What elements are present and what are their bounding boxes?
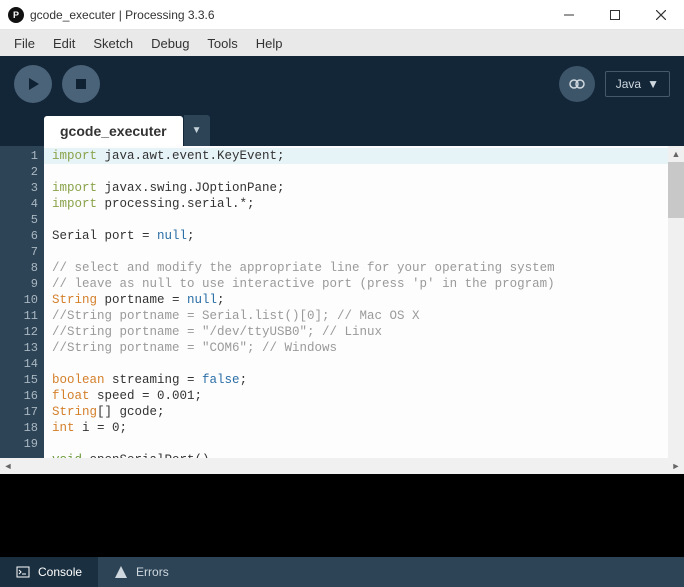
code-line: import javax.swing.JOptionPane; <box>52 181 285 195</box>
scroll-right-arrow[interactable]: ► <box>668 461 684 471</box>
code-line: String portname = null; <box>52 293 225 307</box>
language-label: Java <box>616 77 641 91</box>
tab-active[interactable]: gcode_executer <box>44 116 183 146</box>
warning-icon <box>114 565 128 579</box>
code-line: //String portname = "COM6"; // Windows <box>52 341 337 355</box>
code-line: import java.awt.event.KeyEvent; <box>44 148 676 164</box>
console-output <box>0 474 684 557</box>
scroll-up-arrow[interactable]: ▲ <box>668 146 684 162</box>
close-button[interactable] <box>638 0 684 30</box>
tab-dropdown[interactable]: ▼ <box>184 115 210 146</box>
menu-edit[interactable]: Edit <box>45 33 83 54</box>
code-line: String[] gcode; <box>52 405 165 419</box>
run-button[interactable] <box>14 65 52 103</box>
debug-button[interactable] <box>559 66 595 102</box>
errors-tab-label: Errors <box>136 565 169 579</box>
menu-tools[interactable]: Tools <box>199 33 245 54</box>
menu-help[interactable]: Help <box>248 33 291 54</box>
code-editor[interactable]: 12345678910111213141516171819 import jav… <box>0 146 684 458</box>
code-line: boolean streaming = false; <box>52 373 247 387</box>
code-line: float speed = 0.001; <box>52 389 202 403</box>
code-line: //String portname = "/dev/ttyUSB0"; // L… <box>52 325 382 339</box>
tab-bar: gcode_executer ▼ <box>0 112 684 146</box>
chevron-down-icon: ▼ <box>647 77 659 91</box>
title-bar: P gcode_executer | Processing 3.3.6 <box>0 0 684 30</box>
menu-bar: FileEditSketchDebugToolsHelp <box>0 30 684 56</box>
maximize-button[interactable] <box>592 0 638 30</box>
line-number-gutter: 12345678910111213141516171819 <box>0 146 44 458</box>
window-title: gcode_executer | Processing 3.3.6 <box>30 8 546 22</box>
bottom-tab-bar: Console Errors <box>0 557 684 587</box>
minimize-button[interactable] <box>546 0 592 30</box>
scroll-left-arrow[interactable]: ◄ <box>0 461 16 471</box>
console-tab-label: Console <box>38 565 82 579</box>
code-line: //String portname = Serial.list()[0]; //… <box>52 309 420 323</box>
code-line: // select and modify the appropriate lin… <box>52 261 555 275</box>
toolbar: Java ▼ <box>0 56 684 112</box>
console-tab[interactable]: Console <box>0 557 98 587</box>
code-area[interactable]: import java.awt.event.KeyEvent; import j… <box>44 146 684 458</box>
errors-tab[interactable]: Errors <box>98 557 185 587</box>
code-line: import processing.serial.*; <box>52 197 255 211</box>
menu-debug[interactable]: Debug <box>143 33 197 54</box>
code-line: int i = 0; <box>52 421 127 435</box>
stop-button[interactable] <box>62 65 100 103</box>
language-selector[interactable]: Java ▼ <box>605 71 670 97</box>
app-icon: P <box>8 7 24 23</box>
menu-sketch[interactable]: Sketch <box>85 33 141 54</box>
code-line: // leave as null to use interactive port… <box>52 277 555 291</box>
vertical-scrollbar[interactable]: ▲ <box>668 146 684 458</box>
menu-file[interactable]: File <box>6 33 43 54</box>
vertical-scroll-thumb[interactable] <box>668 162 684 218</box>
horizontal-scrollbar[interactable]: ◄ ► <box>0 458 684 474</box>
code-line: Serial port = null; <box>52 229 195 243</box>
console-icon <box>16 565 30 579</box>
code-line: void openSerialPort() <box>52 453 210 458</box>
